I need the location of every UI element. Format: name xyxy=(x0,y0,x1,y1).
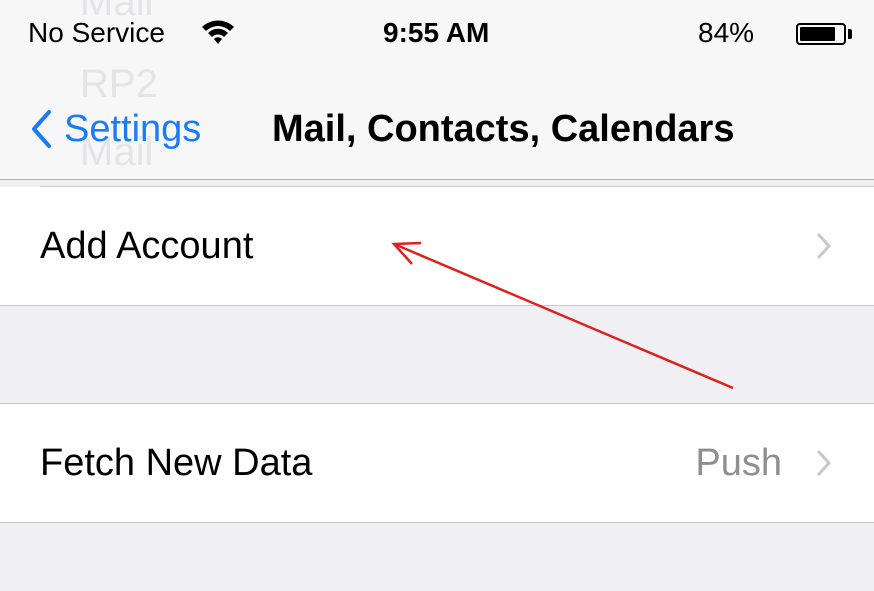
fetch-new-data-label: Fetch New Data xyxy=(40,441,313,484)
chevron-right-icon xyxy=(817,450,831,476)
page-title: Mail, Contacts, Calendars xyxy=(272,108,735,150)
add-account-label: Add Account xyxy=(40,224,254,267)
header: Mail RP2 Mail No Service 9:55 AM 84% Set… xyxy=(0,0,874,180)
back-button-label: Settings xyxy=(64,107,202,150)
battery-nub xyxy=(848,29,852,39)
row-separator xyxy=(0,522,874,523)
status-bar: No Service 9:55 AM 84% xyxy=(0,0,874,60)
battery-level xyxy=(800,27,836,41)
fetch-new-data-row[interactable]: Fetch New Data Push xyxy=(0,404,874,522)
navigation-bar: Settings Mail, Contacts, Calendars xyxy=(0,60,874,180)
chevron-left-icon xyxy=(32,110,51,148)
add-account-row[interactable]: Add Account xyxy=(0,187,874,305)
fetch-new-data-value: Push xyxy=(695,441,782,484)
row-separator xyxy=(0,305,874,306)
wifi-icon xyxy=(202,20,234,44)
chevron-right-icon xyxy=(817,233,831,259)
clock: 9:55 AM xyxy=(383,17,490,48)
carrier-label: No Service xyxy=(28,17,165,48)
back-button[interactable]: Settings xyxy=(30,104,201,154)
nav-divider xyxy=(0,179,874,180)
battery-icon xyxy=(796,23,846,45)
battery-percentage: 84% xyxy=(698,17,755,48)
